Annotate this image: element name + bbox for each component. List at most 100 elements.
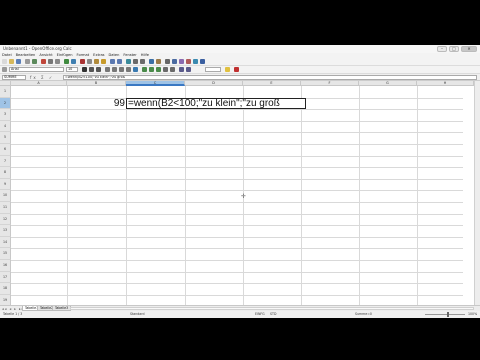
row-header[interactable]: 14 [0,236,11,249]
row-header[interactable]: 17 [0,271,11,284]
grid-line [11,144,463,145]
font-color-icon[interactable] [234,67,239,72]
justify-icon[interactable] [126,67,131,72]
row-header[interactable]: 6 [0,144,11,156]
grid-line [11,132,463,134]
row-header[interactable]: 2 [0,97,11,110]
cell-c2-editing[interactable]: =wenn(B2<100;"zu klein";"zu groß [126,97,306,110]
zoom-slider[interactable] [425,314,465,315]
row-header[interactable]: 1 [0,86,11,98]
redo-icon[interactable] [117,59,122,64]
close-button[interactable]: ✕ [461,46,477,52]
horizontal-scrollbar[interactable] [70,307,474,310]
italic-icon[interactable] [89,67,94,72]
row-header[interactable]: 4 [0,120,11,133]
underline-icon[interactable] [96,67,101,72]
row-header[interactable]: 16 [0,260,11,272]
remove-decimal-icon[interactable] [170,67,175,72]
zoom-slider-knob[interactable] [447,312,449,317]
data-sources-icon[interactable] [186,59,191,64]
font-name-combo[interactable]: Arial [9,67,64,72]
percent-format-icon[interactable] [149,67,154,72]
grid-line [11,283,463,285]
row-header[interactable]: 9 [0,178,11,191]
name-box[interactable]: SUMME [2,75,26,80]
grid-line [11,213,463,215]
status-selection-mode[interactable]: STD [270,311,276,318]
sort-descending-icon[interactable] [140,59,145,64]
help-icon[interactable] [200,59,205,64]
email-icon[interactable] [25,59,30,64]
row-header[interactable]: 10 [0,190,11,202]
maximize-button[interactable]: □ [449,46,459,52]
font-size-combo[interactable]: 10 [66,67,78,72]
borders-combo[interactable] [205,67,221,72]
draw-functions-icon[interactable] [156,59,161,64]
row-header[interactable]: 12 [0,213,11,226]
row-header[interactable]: 13 [0,225,11,237]
paste-icon[interactable] [94,59,99,64]
mouse-cursor-icon: ✛ [241,193,247,200]
increase-indent-icon[interactable] [186,67,191,72]
minimize-button[interactable]: – [437,46,447,52]
copy-icon[interactable] [87,59,92,64]
row-header[interactable]: 3 [0,109,11,121]
row-header[interactable]: 11 [0,202,11,214]
window-controls: – □ ✕ [437,45,477,53]
cut-icon[interactable] [80,59,85,64]
find-replace-icon[interactable] [165,59,170,64]
open-folder-icon[interactable] [9,59,14,64]
align-center-icon[interactable] [112,67,117,72]
save-icon[interactable] [16,59,21,64]
status-bar: Tabelle 1 / 3 Standard EINFG STD Summe=0… [0,311,480,318]
row-header[interactable]: 5 [0,132,11,144]
bold-icon[interactable] [82,67,87,72]
print-icon[interactable] [48,59,53,64]
spreadsheet-grid[interactable]: A B C D E F G H 1 2 3 4 5 6 7 8 9 10 11 … [0,81,480,305]
format-paintbrush-icon[interactable] [101,59,106,64]
hyperlink-icon[interactable] [126,59,131,64]
cell-b2[interactable]: 99 [67,98,126,110]
spellcheck-icon[interactable] [64,59,69,64]
standard-toolbar [0,58,480,66]
merge-cells-icon[interactable] [133,67,138,72]
function-wizard-icons[interactable]: fx Σ ✓ [30,75,54,80]
align-right-icon[interactable] [119,67,124,72]
grid-line [11,167,463,169]
row-header[interactable]: 8 [0,167,11,179]
grid-line [11,294,463,296]
grid-line [11,260,463,261]
vertical-scrollbar[interactable] [474,81,480,305]
row-header[interactable]: 19 [0,294,11,305]
navigator-icon[interactable] [172,59,177,64]
formula-input[interactable]: =wenn(B2<100;"zu klein";"zu groß [63,75,477,80]
grid-line [11,155,463,157]
grid-line [11,109,463,111]
export-pdf-icon[interactable] [41,59,46,64]
sort-ascending-icon[interactable] [133,59,138,64]
align-left-icon[interactable] [105,67,110,72]
grid-line [11,271,463,273]
autospell-icon[interactable] [71,59,76,64]
row-header[interactable]: 7 [0,155,11,168]
chart-icon[interactable] [149,59,154,64]
grid-line [11,202,463,203]
zoom-icon[interactable] [193,59,198,64]
standard-format-icon[interactable] [156,67,161,72]
row-header[interactable]: 18 [0,283,11,295]
status-insert-mode[interactable]: EINFG [255,311,265,318]
edit-file-icon[interactable] [32,59,37,64]
undo-icon[interactable] [110,59,115,64]
styles-icon[interactable] [2,67,7,72]
print-preview-icon[interactable] [55,59,60,64]
currency-format-icon[interactable] [142,67,147,72]
new-document-icon[interactable] [2,59,7,64]
calc-window: Unbenannt1 - OpenOffice.org Calc – □ ✕ D… [0,45,480,318]
status-zoom[interactable]: 100% [468,311,477,318]
row-header[interactable]: 15 [0,248,11,260]
cell-area[interactable]: 99 =wenn(B2<100;"zu klein";"zu groß [11,86,463,305]
decrease-indent-icon[interactable] [179,67,184,72]
background-color-icon[interactable] [225,67,230,72]
gallery-icon[interactable] [179,59,184,64]
add-decimal-icon[interactable] [163,67,168,72]
